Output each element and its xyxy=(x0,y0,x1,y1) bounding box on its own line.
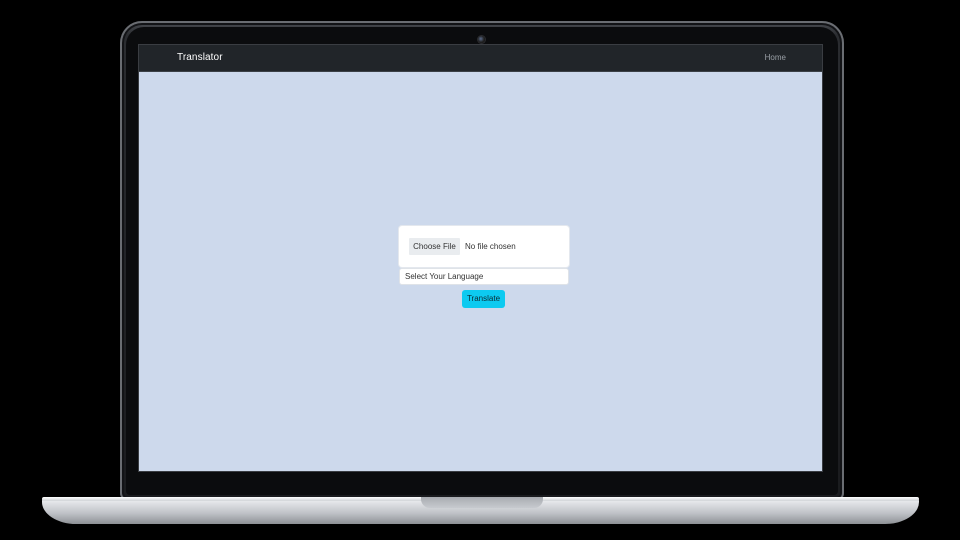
file-status-text: No file chosen xyxy=(465,242,516,251)
choose-file-button[interactable]: Choose File xyxy=(409,238,460,255)
language-select-value: Select Your Language xyxy=(405,272,484,281)
browser-viewport: Translator Home Choose File No file chos… xyxy=(138,44,823,472)
navbar-brand[interactable]: Translator xyxy=(177,52,223,63)
webcam-icon xyxy=(478,36,485,43)
navbar: Translator Home xyxy=(139,45,822,72)
file-upload-card: Choose File No file chosen xyxy=(399,226,569,267)
language-select[interactable]: Select Your Language xyxy=(399,268,569,285)
laptop-opening-notch xyxy=(421,497,543,508)
nav-link-home[interactable]: Home xyxy=(765,53,786,62)
laptop-mockup: Translator Home Choose File No file chos… xyxy=(0,0,960,540)
translate-button[interactable]: Translate xyxy=(462,290,505,308)
